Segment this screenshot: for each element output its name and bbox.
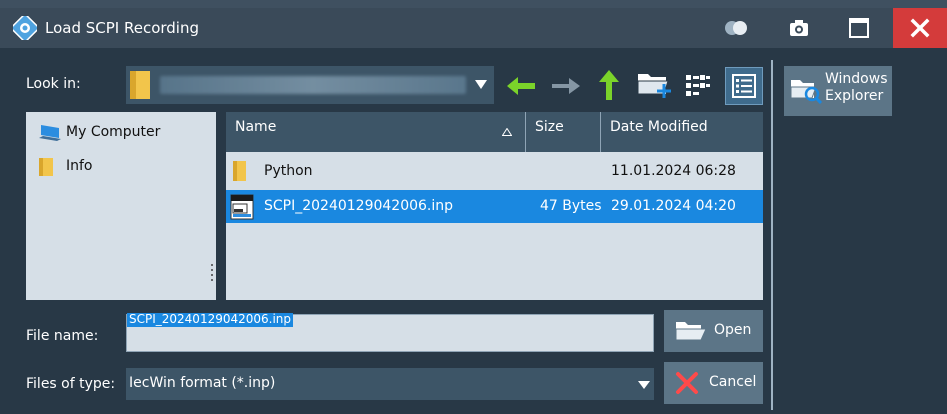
cancel-button-label: Cancel	[709, 374, 757, 390]
top-strip	[0, 0, 947, 8]
column-header-label: Date Modified	[610, 119, 708, 135]
file-name-cell: SCPI_20240129042006.inp	[264, 198, 454, 214]
window-title: Load SCPI Recording	[45, 19, 200, 37]
forward-arrow-icon[interactable]	[550, 74, 582, 98]
explorer-label-line1: Windows	[825, 71, 888, 87]
file-name-selected-text: SCPI_20240129042006.inp	[127, 313, 294, 327]
folder-icon	[130, 71, 150, 99]
cancel-x-icon	[676, 372, 698, 394]
column-header-size[interactable]: Size	[526, 112, 601, 152]
vertical-divider	[771, 60, 773, 410]
look-in-path-blurred	[160, 76, 466, 94]
new-folder-icon[interactable]	[636, 68, 674, 100]
sidebar-item-label: My Computer	[66, 124, 161, 140]
list-view-icon[interactable]	[685, 72, 711, 98]
sort-ascending-icon	[502, 128, 512, 136]
file-list: Name Size Date Modified Python 11.01.202…	[226, 112, 763, 300]
table-row[interactable]: Python 11.01.2024 06:28	[226, 155, 763, 188]
windows-explorer-button[interactable]: Windows Explorer	[784, 66, 892, 116]
folder-icon	[233, 161, 246, 181]
file-name-label: File name:	[26, 328, 99, 344]
dropdown-arrow-icon	[638, 381, 650, 389]
file-size-cell: 47 Bytes	[540, 198, 602, 214]
sidebar-item-my-computer[interactable]: My Computer	[36, 122, 211, 146]
look-in-combo[interactable]	[126, 66, 494, 104]
files-of-type-label: Files of type:	[26, 376, 116, 392]
computer-icon	[39, 125, 61, 141]
places-sidebar: My Computer Info	[26, 112, 216, 300]
cancel-button[interactable]: Cancel	[664, 362, 763, 404]
explorer-label-line2: Explorer	[825, 88, 884, 104]
open-button-label: Open	[714, 322, 752, 338]
table-row[interactable]: SCPI_20240129042006.inp 47 Bytes 29.01.2…	[226, 190, 763, 223]
file-date-cell: 29.01.2024 04:20	[611, 198, 736, 214]
detail-view-icon	[732, 74, 756, 98]
sidebar-item-info[interactable]: Info	[36, 156, 211, 180]
toggle-icon[interactable]	[724, 20, 748, 36]
file-name-input[interactable]: SCPI_20240129042006.inp	[126, 313, 654, 352]
up-folder-icon[interactable]	[598, 68, 620, 102]
back-arrow-icon[interactable]	[505, 74, 537, 98]
camera-icon[interactable]	[788, 18, 810, 38]
close-icon	[910, 18, 930, 38]
column-header-date-modified[interactable]: Date Modified	[601, 112, 763, 152]
sidebar-item-label: Info	[66, 158, 93, 174]
column-header-label: Name	[235, 119, 277, 135]
dropdown-arrow-icon	[475, 80, 487, 89]
column-header-label: Size	[535, 119, 564, 135]
look-in-label: Look in:	[26, 76, 81, 92]
folder-icon	[39, 158, 53, 176]
close-button[interactable]	[893, 8, 947, 48]
files-of-type-select[interactable]: IecWin format (*.inp)	[126, 368, 654, 400]
files-of-type-value: IecWin format (*.inp)	[129, 375, 276, 391]
inp-file-icon	[230, 194, 254, 220]
resize-grip-icon[interactable]	[210, 262, 214, 284]
detail-view-button[interactable]	[725, 67, 763, 105]
maximize-icon[interactable]	[848, 17, 870, 39]
file-date-cell: 11.01.2024 06:28	[611, 163, 736, 179]
explorer-search-icon	[790, 80, 822, 104]
open-button[interactable]: Open	[664, 310, 763, 352]
file-name-cell: Python	[264, 163, 313, 179]
open-folder-icon	[675, 322, 707, 341]
file-list-header: Name Size Date Modified	[226, 112, 763, 152]
app-logo-icon	[13, 16, 37, 40]
title-bar: Load SCPI Recording	[0, 8, 947, 48]
column-header-name[interactable]: Name	[226, 112, 526, 152]
